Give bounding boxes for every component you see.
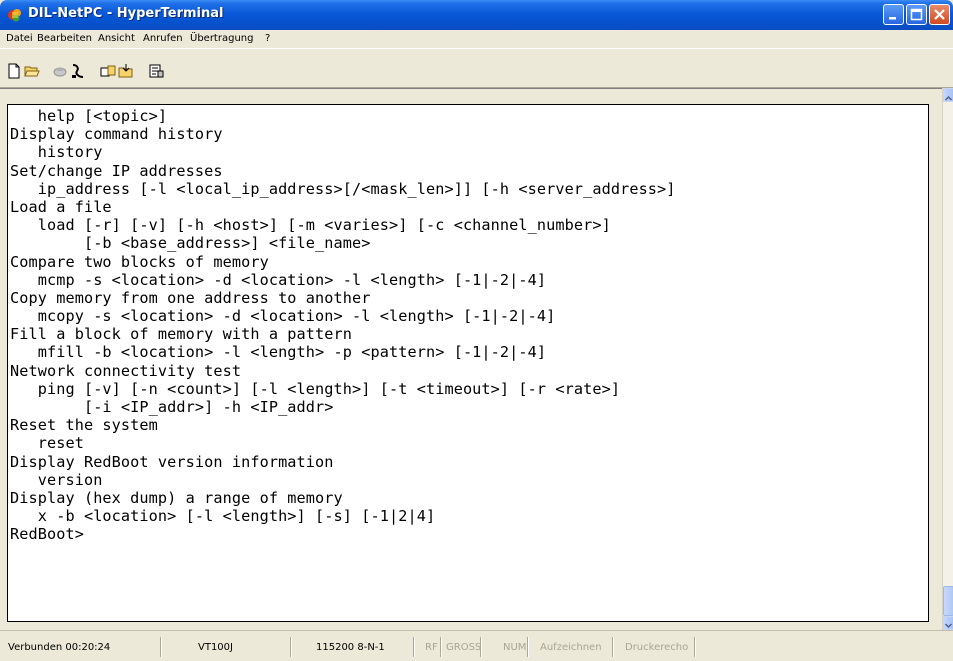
properties-icon[interactable] xyxy=(148,63,164,79)
terminal-line: history xyxy=(10,143,103,162)
status-connected: Verbunden 00:20:24 xyxy=(8,642,111,653)
close-button[interactable] xyxy=(929,4,950,25)
terminal-line: [-b <base_address>] <file_name> xyxy=(10,234,371,253)
terminal-line: ip_address [-l <local_ip_address>[/<mask… xyxy=(10,179,676,198)
scroll-up-button[interactable] xyxy=(943,88,953,102)
menu-bearbeiten[interactable]: Bearbeiten xyxy=(37,33,92,44)
receive-icon[interactable] xyxy=(118,63,134,79)
status-gross: GROSS xyxy=(446,642,482,653)
minimize-button[interactable] xyxy=(883,4,904,25)
scroll-thumb[interactable] xyxy=(943,586,953,616)
vertical-scrollbar[interactable] xyxy=(942,88,953,630)
terminal-line: Display command history xyxy=(10,125,223,144)
status-divider xyxy=(413,637,415,657)
maximize-button[interactable] xyxy=(906,4,927,25)
scroll-down-button[interactable] xyxy=(943,616,953,630)
title-bar[interactable]: DIL-NetPC - HyperTerminal xyxy=(0,0,953,30)
status-emulation: VT100J xyxy=(198,642,233,653)
terminal-line: [-i <IP_addr>] -h <IP_addr> xyxy=(10,398,334,416)
close-icon xyxy=(934,9,945,20)
terminal-output: help [<topic>] Display command history hi… xyxy=(10,107,676,544)
terminal-line: Display RedBoot version information xyxy=(10,452,334,471)
terminal-line: Reset the system xyxy=(10,416,158,435)
window-title: DIL-NetPC - HyperTerminal xyxy=(28,6,224,21)
hyperterminal-app-icon[interactable] xyxy=(7,7,23,23)
terminal-line: Load a file xyxy=(10,197,112,216)
terminal-line: ping [-v] [-n <count>] [-l <length>] [-t… xyxy=(10,379,621,398)
status-rf: RF xyxy=(425,642,438,653)
status-bar: Verbunden 00:20:24 VT100J 115200 8-N-1 R… xyxy=(0,630,953,661)
menu-datei[interactable]: Datei xyxy=(6,33,33,44)
chevron-up-icon xyxy=(944,95,953,101)
terminal-line: help [<topic>] xyxy=(10,107,168,125)
send-icon[interactable] xyxy=(100,63,116,79)
terminal-line: reset xyxy=(10,434,84,453)
status-divider xyxy=(160,637,162,657)
menu-anrufen[interactable]: Anrufen xyxy=(143,33,183,44)
toolbar xyxy=(0,48,953,88)
disconnect-icon[interactable] xyxy=(52,63,68,79)
terminal-line: mfill -b <location> -l <length> -p <patt… xyxy=(10,343,547,362)
terminal-line: Set/change IP addresses xyxy=(10,161,223,180)
menu-help[interactable]: ? xyxy=(265,33,270,44)
terminal-line: Fill a block of memory with a pattern xyxy=(10,325,353,344)
terminal-line: Compare two blocks of memory xyxy=(10,252,269,271)
status-divider xyxy=(290,637,292,657)
status-divider xyxy=(480,637,482,657)
menu-uebertragung[interactable]: Übertragung xyxy=(190,33,253,44)
maximize-icon xyxy=(910,8,923,21)
terminal-line: Display (hex dump) a range of memory xyxy=(10,488,343,507)
status-port-settings: 115200 8-N-1 xyxy=(316,642,385,653)
terminal-line: RedBoot> xyxy=(10,525,84,544)
menu-ansicht[interactable]: Ansicht xyxy=(98,33,135,44)
menu-bar: Datei Bearbeiten Ansicht Anrufen Übertra… xyxy=(0,30,953,48)
status-capture: Aufzeichnen xyxy=(540,642,602,653)
terminal-screen[interactable]: help [<topic>] Display command history hi… xyxy=(7,104,929,622)
status-num: NUM xyxy=(503,642,527,653)
open-icon[interactable] xyxy=(24,63,40,79)
terminal-line: Network connectivity test xyxy=(10,361,242,380)
status-divider xyxy=(612,637,614,657)
minimize-icon xyxy=(889,17,896,20)
status-divider xyxy=(440,637,442,657)
status-print-echo: Druckerecho xyxy=(625,642,689,653)
terminal-line: x -b <location> [-l <length>] [-s] [-1|2… xyxy=(10,507,436,526)
terminal-line: Copy memory from one address to another xyxy=(10,288,371,307)
call-icon[interactable] xyxy=(70,63,86,79)
terminal-line: mcmp -s <location> -d <location> -l <len… xyxy=(10,270,547,289)
terminal-panel: help [<topic>] Display command history hi… xyxy=(0,88,942,631)
new-connection-icon[interactable] xyxy=(6,63,22,79)
terminal-line: mcopy -s <location> -d <location> -l <le… xyxy=(10,307,556,326)
status-divider xyxy=(527,637,529,657)
terminal-line: version xyxy=(10,470,103,489)
terminal-line: load [-r] [-v] [-h <host>] [-m <varies>]… xyxy=(10,216,611,235)
status-divider xyxy=(694,637,696,657)
